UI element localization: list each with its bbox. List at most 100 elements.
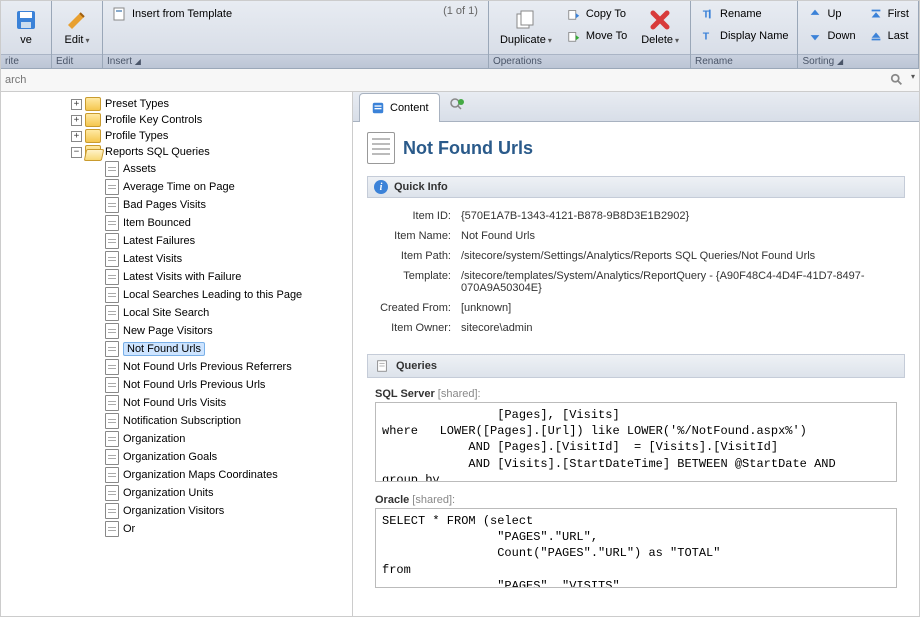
tree-label: Latest Failures bbox=[123, 235, 195, 247]
insert-template-button[interactable]: Insert from Template bbox=[107, 3, 237, 25]
tree-item[interactable]: Bad Pages Visits bbox=[1, 196, 352, 214]
tree-item[interactable]: Item Bounced bbox=[1, 214, 352, 232]
tree-item[interactable]: Organization Goals bbox=[1, 448, 352, 466]
tree-item[interactable]: Assets bbox=[1, 160, 352, 178]
duplicate-icon bbox=[512, 6, 540, 34]
info-value: [unknown] bbox=[461, 302, 901, 314]
tree-folder[interactable]: + Preset Types bbox=[1, 96, 352, 112]
tree-item[interactable]: Local Site Search bbox=[1, 304, 352, 322]
expand-icon[interactable]: + bbox=[71, 131, 82, 142]
tree-item[interactable]: Organization Visitors bbox=[1, 502, 352, 520]
first-button[interactable]: First bbox=[863, 3, 914, 25]
tree-item[interactable]: Local Searches Leading to this Page bbox=[1, 286, 352, 304]
tab-secondary[interactable] bbox=[442, 92, 472, 121]
tree-label: Organization Maps Coordinates bbox=[123, 469, 278, 481]
expand-icon[interactable]: + bbox=[71, 115, 82, 126]
ribbon-group-operations: Duplicate▾ Copy To Move To Delete▾ bbox=[489, 1, 691, 68]
collapse-icon[interactable]: − bbox=[71, 147, 82, 158]
info-value: {570E1A7B-1343-4121-B878-9B8D3E1B2902} bbox=[461, 210, 901, 222]
info-row: Item Name:Not Found Urls bbox=[371, 226, 901, 246]
tree-item[interactable]: Not Found Urls Visits bbox=[1, 394, 352, 412]
rename-button[interactable]: T Rename bbox=[695, 3, 793, 25]
tree-item[interactable]: Not Found Urls Previous Referrers bbox=[1, 358, 352, 376]
tree-item[interactable]: Organization bbox=[1, 430, 352, 448]
expand-icon[interactable]: + bbox=[71, 99, 82, 110]
tree-label: Not Found Urls Visits bbox=[123, 397, 226, 409]
folder-icon bbox=[85, 129, 101, 143]
tree-item[interactable]: Not Found Urls Previous Urls bbox=[1, 376, 352, 394]
search-input[interactable] bbox=[5, 74, 889, 86]
quickinfo-title: Quick Info bbox=[394, 181, 448, 193]
sqlserver-textarea[interactable]: [Pages], [Visits] where LOWER([Pages].[U… bbox=[375, 402, 897, 482]
svg-text:T: T bbox=[703, 9, 710, 21]
ribbon-group-rename: T Rename T Display Name Rename bbox=[691, 1, 798, 68]
tree-item[interactable]: Latest Visits with Failure bbox=[1, 268, 352, 286]
group-label-operations: Operations bbox=[489, 54, 690, 68]
info-value: sitecore\admin bbox=[461, 322, 901, 334]
document-icon bbox=[105, 215, 119, 231]
pencil-icon bbox=[63, 6, 91, 34]
tree-label: Local Searches Leading to this Page bbox=[123, 289, 302, 301]
up-icon bbox=[807, 6, 823, 22]
save-label: ve bbox=[20, 34, 32, 46]
folder-icon bbox=[85, 113, 101, 127]
tree-item[interactable]: Average Time on Page bbox=[1, 178, 352, 196]
info-row: Item ID:{570E1A7B-1343-4121-B878-9B8D3E1… bbox=[371, 206, 901, 226]
tree-item[interactable]: Organization Maps Coordinates bbox=[1, 466, 352, 484]
rename-icon: T bbox=[700, 6, 716, 22]
tree-folder[interactable]: +Profile Types bbox=[1, 128, 352, 144]
group-label-sorting: Sorting ◢ bbox=[798, 54, 918, 68]
up-button[interactable]: Up bbox=[802, 3, 860, 25]
tree-panel[interactable]: + Preset Types + Profile Key Controls +Profi… bbox=[1, 92, 353, 616]
oracle-textarea[interactable]: SELECT * FROM (select "PAGES"."URL", Cou… bbox=[375, 508, 897, 588]
save-button[interactable]: ve bbox=[5, 3, 47, 49]
displayname-button[interactable]: T Display Name bbox=[695, 25, 793, 47]
info-label: Created From: bbox=[371, 302, 461, 314]
last-button[interactable]: Last bbox=[863, 25, 914, 47]
delete-button[interactable]: Delete▾ bbox=[634, 3, 686, 49]
tree-folder[interactable]: + Profile Key Controls bbox=[1, 112, 352, 128]
search-dropdown-icon[interactable]: ▾ bbox=[911, 72, 915, 88]
tree-item[interactable]: Latest Failures bbox=[1, 232, 352, 250]
tree-item[interactable]: Organization Units bbox=[1, 484, 352, 502]
content-panel: Content Not Found Urls i Quick Info Item… bbox=[353, 92, 919, 616]
document-icon bbox=[105, 449, 119, 465]
tree-label: Not Found Urls Previous Referrers bbox=[123, 361, 292, 373]
tree-folder[interactable]: −Reports SQL Queries bbox=[1, 144, 352, 160]
document-icon bbox=[105, 179, 119, 195]
queries-header[interactable]: Queries bbox=[367, 354, 905, 378]
delete-label: Delete▾ bbox=[641, 34, 679, 46]
document-icon bbox=[105, 521, 119, 537]
moveto-label: Move To bbox=[586, 30, 627, 42]
quickinfo-header[interactable]: i Quick Info bbox=[367, 176, 905, 198]
tree-label: Organization Visitors bbox=[123, 505, 224, 517]
tab-content[interactable]: Content bbox=[359, 93, 440, 122]
info-value: Not Found Urls bbox=[461, 230, 901, 242]
moveto-button[interactable]: Move To bbox=[561, 25, 632, 47]
tree-item[interactable]: Latest Visits bbox=[1, 250, 352, 268]
page-title-row: Not Found Urls bbox=[367, 132, 905, 164]
search-icon[interactable] bbox=[889, 72, 905, 88]
section-doc-icon bbox=[374, 358, 390, 374]
tree-item[interactable]: New Page Visitors bbox=[1, 322, 352, 340]
document-icon bbox=[105, 161, 119, 177]
tree-label: Profile Key Controls bbox=[105, 114, 202, 126]
tree-item[interactable]: Or bbox=[1, 520, 352, 538]
tree-label: Or bbox=[123, 523, 135, 535]
document-icon bbox=[105, 251, 119, 267]
tree-label: Preset Types bbox=[105, 98, 169, 110]
info-label: Template: bbox=[371, 270, 461, 294]
duplicate-button[interactable]: Duplicate▾ bbox=[493, 3, 559, 49]
main-area: + Preset Types + Profile Key Controls +Profi… bbox=[1, 92, 919, 616]
tree-label: Notification Subscription bbox=[123, 415, 241, 427]
app-window: ve rite Edit▾ Edit Insert from Template … bbox=[0, 0, 920, 617]
document-icon bbox=[105, 395, 119, 411]
tree-item[interactable]: Not Found Urls bbox=[1, 340, 352, 358]
document-icon bbox=[105, 287, 119, 303]
tree-item[interactable]: Notification Subscription bbox=[1, 412, 352, 430]
edit-button[interactable]: Edit▾ bbox=[56, 3, 98, 49]
down-button[interactable]: Down bbox=[802, 25, 860, 47]
tree-label: Not Found Urls bbox=[123, 342, 205, 356]
tree-label: New Page Visitors bbox=[123, 325, 213, 337]
copyto-button[interactable]: Copy To bbox=[561, 3, 632, 25]
